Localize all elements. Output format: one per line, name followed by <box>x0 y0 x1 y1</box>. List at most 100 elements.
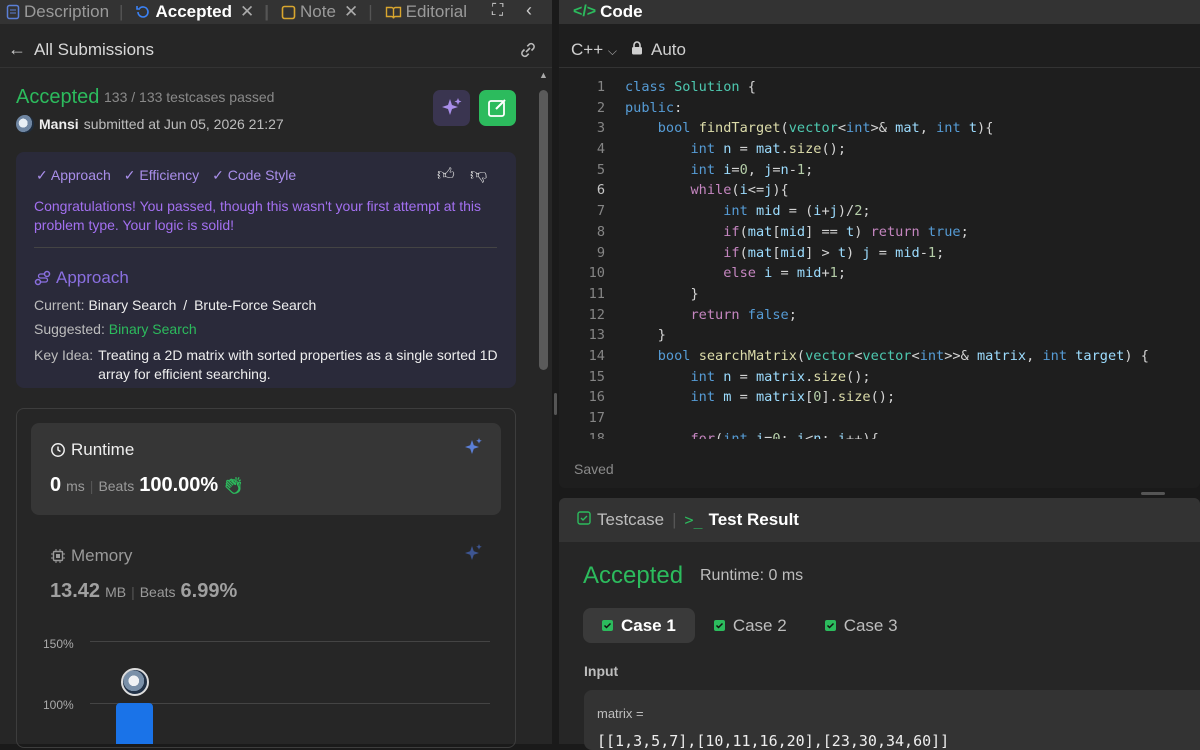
code-line: 4 int n = mat.size(); <box>596 141 847 158</box>
suggested-value: Binary Search <box>108 321 197 337</box>
submitted-time: submitted at Jun 05, 2026 21:27 <box>83 116 284 132</box>
code-line: 3 bool findTarget(vector<int>& mat, int … <box>596 120 994 137</box>
tab-note-label: Note <box>300 2 336 21</box>
collapse-icon[interactable]: ‹ <box>526 0 532 21</box>
lock-icon <box>631 40 643 60</box>
tab-accepted-label: Accepted <box>155 2 232 21</box>
tab-test-result[interactable]: Test Result <box>709 510 799 530</box>
resize-handle[interactable] <box>1141 492 1165 495</box>
submission-subheader: ← All Submissions <box>0 32 552 68</box>
code-title: Code <box>600 2 643 21</box>
sparkle-icon[interactable] <box>462 436 484 458</box>
sparkle-icon <box>442 98 462 115</box>
scroll-up-arrow-icon[interactable]: ▲ <box>539 70 548 80</box>
tab-accepted[interactable]: Accepted ✕ | <box>129 2 275 22</box>
testcases-passed: 133 / 133 testcases passed <box>104 89 275 105</box>
tag-code-style: ✓ Code Style <box>212 167 297 183</box>
runtime-title: Runtime <box>71 440 135 459</box>
distribution-bar[interactable] <box>116 703 153 744</box>
divider: | <box>89 478 94 494</box>
code-line: 17 <box>588 410 605 426</box>
tab-editorial[interactable]: Editorial <box>379 2 473 22</box>
suggested-label: Suggested: <box>34 321 105 337</box>
panel-splitter[interactable] <box>552 0 559 744</box>
memory-beats-value: 6.99% <box>180 580 238 602</box>
scrollbar-thumb[interactable] <box>539 90 548 370</box>
back-arrow-icon[interactable]: ← <box>8 39 26 60</box>
close-icon[interactable]: ✕ <box>240 2 254 22</box>
book-icon <box>385 5 402 20</box>
thumbs-up-icon[interactable]: 👍︎ <box>437 164 455 185</box>
language-select[interactable]: C++ ⌵ <box>571 40 617 60</box>
runtime-beats-value: 100.00% <box>139 474 219 496</box>
param-name: matrix = <box>597 706 644 721</box>
maximize-icon[interactable]: ⛶ <box>492 2 503 20</box>
tab-separator: | <box>368 2 373 21</box>
tab-case-2[interactable]: Case 2 <box>695 608 806 643</box>
tab-case-3[interactable]: Case 3 <box>806 608 917 643</box>
chevron-down-icon: ⌵ <box>607 44 617 58</box>
tab-editorial-label: Editorial <box>405 2 468 21</box>
current-separator: / <box>183 297 188 313</box>
chip-icon <box>51 549 65 563</box>
clock-icon <box>51 443 65 457</box>
all-submissions-link[interactable]: All Submissions <box>34 40 154 60</box>
runtime-card[interactable] <box>31 423 501 515</box>
avatar[interactable] <box>16 115 34 133</box>
share-link-icon[interactable] <box>518 40 538 65</box>
ai-analyze-button[interactable] <box>433 90 470 126</box>
user-name[interactable]: Mansi <box>39 116 79 132</box>
edit-note-button[interactable] <box>479 90 516 126</box>
memory-heading[interactable]: Memory <box>50 546 132 566</box>
tab-description[interactable]: Description | <box>0 2 129 22</box>
tag-efficiency: ✓ Efficiency <box>123 167 200 183</box>
runtime-value: 0 <box>50 474 62 496</box>
terminal-icon: >_ <box>684 511 703 529</box>
code-line: 9 if(mat[mid] > t) j = mid-1; <box>596 244 945 261</box>
auto-mode-label[interactable]: Auto <box>651 40 686 60</box>
current-label: Current: <box>34 297 85 313</box>
tab-note[interactable]: Note ✕ | <box>275 2 379 22</box>
memory-unit: MB <box>105 584 127 600</box>
test-runtime: Runtime: 0 ms <box>700 567 804 584</box>
divider: | <box>131 584 135 600</box>
tab-separator: | <box>264 2 270 21</box>
memory-value: 13.42 <box>50 580 101 602</box>
tab-case-1[interactable]: Case 1 <box>583 608 695 643</box>
memory-value-row: 13.42 MB | Beats 6.99% <box>50 580 237 603</box>
saved-status: Saved <box>574 461 614 477</box>
suggested-approach-row: Suggested: Binary Search <box>34 321 197 337</box>
feedback-message: Congratulations! You passed, though this… <box>34 198 482 233</box>
check-icon <box>824 620 836 631</box>
param-value[interactable]: [[1,3,5,7],[10,11,16,20],[23,30,34,60]] <box>597 732 949 750</box>
code-icon: </> <box>573 3 597 20</box>
code-line: 7 int mid = (i+j)/2; <box>596 203 871 220</box>
splitter-handle[interactable] <box>554 393 557 415</box>
user-position-avatar <box>121 668 149 696</box>
edit-icon <box>488 99 506 117</box>
tab-description-label: Description <box>24 2 110 21</box>
tag-approach: ✓ Approach <box>36 167 111 183</box>
runtime-value-row: 0 ms | Beats 100.00% 👏︎ <box>50 474 244 497</box>
close-icon[interactable]: ✕ <box>344 2 358 22</box>
code-line: 6 while(i<=j){ <box>596 182 789 199</box>
code-line: 12 return false; <box>588 306 797 323</box>
runtime-unit: ms <box>66 478 85 494</box>
current-value-1: Binary Search <box>88 297 177 313</box>
code-line: 8 if(mat[mid] == t) return true; <box>596 223 969 240</box>
approach-heading: Approach <box>34 268 129 288</box>
tab-separator: | <box>672 510 677 529</box>
code-line: 16 int m = matrix[0].size(); <box>588 389 896 406</box>
code-content[interactable]: 1 class Solution { 2 public: 3 bool findTa… <box>559 77 1200 439</box>
thumbs-down-icon[interactable]: 👎︎ <box>470 164 487 185</box>
approach-title: Approach <box>56 268 129 287</box>
sparkle-icon[interactable] <box>462 542 484 564</box>
submitter-line: Mansi submitted at Jun 05, 2026 21:27 <box>16 115 284 133</box>
memory-title: Memory <box>71 546 133 565</box>
code-line: 2 public: <box>596 99 683 116</box>
right-panel: </> Code C++ ⌵ Auto 1 class Solution { 2p… <box>559 0 1200 750</box>
history-icon <box>135 4 151 20</box>
divider <box>559 67 1200 68</box>
tab-testcase[interactable]: Testcase <box>597 510 664 530</box>
key-idea-row: Key Idea: Treating a 2D matrix with sort… <box>34 346 504 384</box>
